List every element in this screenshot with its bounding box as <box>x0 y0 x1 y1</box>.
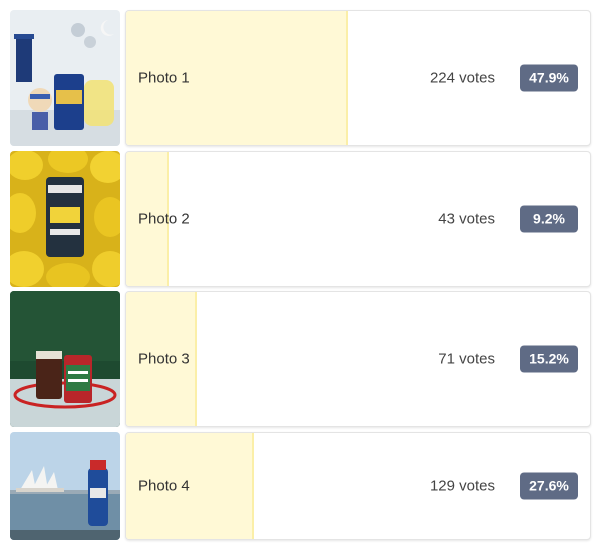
vote-count: 71 votes <box>438 350 495 368</box>
poll-option-3[interactable]: Photo 3 71 votes 15.2% <box>10 291 591 427</box>
vote-count: 43 votes <box>438 210 495 228</box>
percent-badge: 27.6% <box>520 472 578 500</box>
photo-3-thumbnail[interactable] <box>10 291 120 427</box>
photo-2-thumbnail[interactable] <box>10 151 120 287</box>
option-label: Photo 1 <box>138 69 190 87</box>
percent-badge: 9.2% <box>520 205 578 233</box>
poll-option-card[interactable]: Photo 4 129 votes 27.6% <box>125 432 591 540</box>
photo-1-thumbnail[interactable] <box>10 10 120 146</box>
photo-4-thumbnail[interactable] <box>10 432 120 540</box>
poll-option-4[interactable]: Photo 4 129 votes 27.6% <box>10 432 591 540</box>
poll-option-2[interactable]: Photo 2 43 votes 9.2% <box>10 151 591 287</box>
option-label: Photo 4 <box>138 477 190 495</box>
option-label: Photo 2 <box>138 210 190 228</box>
percent-badge: 15.2% <box>520 345 578 373</box>
vote-count: 129 votes <box>429 477 495 495</box>
poll-option-card[interactable]: Photo 1 224 votes 47.9% <box>125 10 591 146</box>
poll-option-card[interactable]: Photo 2 43 votes 9.2% <box>125 151 591 287</box>
vote-count: 224 votes <box>429 69 495 87</box>
percent-badge: 47.9% <box>520 64 578 92</box>
photo-poll-results: Photo 1 224 votes 47.9% Photo 2 43 votes… <box>0 0 600 549</box>
poll-option-card[interactable]: Photo 3 71 votes 15.2% <box>125 291 591 427</box>
option-label: Photo 3 <box>138 350 190 368</box>
poll-option-1[interactable]: Photo 1 224 votes 47.9% <box>10 10 591 146</box>
